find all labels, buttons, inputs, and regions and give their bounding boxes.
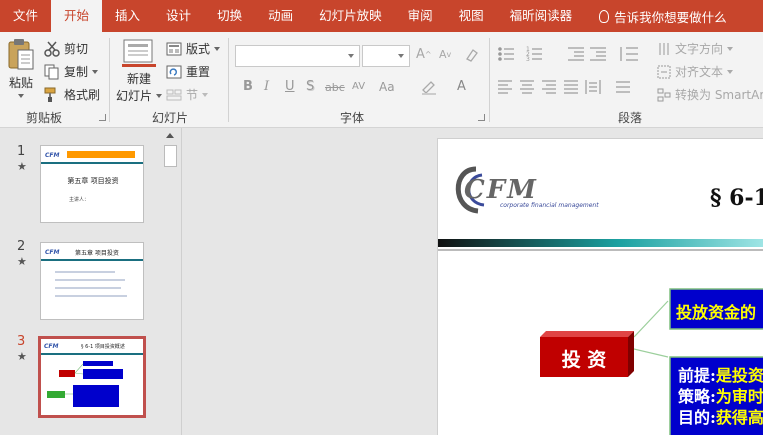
svg-text:CFM: CFM <box>44 343 59 350</box>
svg-text:CFM: CFM <box>45 249 60 256</box>
font-launcher-icon[interactable] <box>478 114 485 121</box>
chevron-down-icon <box>18 94 24 98</box>
top-node-label: 投放资金的 <box>676 303 757 322</box>
section-title: § 6-1 <box>710 185 763 211</box>
slide-thumbnail-1[interactable]: CFM 第五章 项目投资 主讲人： <box>40 145 144 223</box>
bold-button[interactable]: B <box>243 79 253 94</box>
animation-star-icon: ★ <box>17 255 27 268</box>
tab-insert[interactable]: 插入 <box>102 0 153 32</box>
cut-button[interactable]: 剪切 <box>44 40 88 57</box>
slide-thumbnail-2[interactable]: CFM 第五章 项目投资 <box>40 242 144 320</box>
font-group-label: 字体 <box>340 111 365 125</box>
cfm-logo: CFM <box>464 175 538 205</box>
svg-text:3: 3 <box>526 56 530 63</box>
paragraph-group-label: 段落 <box>618 111 643 125</box>
alignment-icons[interactable] <box>496 78 646 96</box>
scrollbar-thumb[interactable] <box>164 145 177 167</box>
align-text-icon <box>657 65 671 78</box>
change-case-button[interactable]: Aa <box>379 80 395 94</box>
shadow-button[interactable]: S <box>306 79 314 94</box>
copy-icon <box>44 64 59 79</box>
tab-foxit[interactable]: 福昕阅读器 <box>497 0 586 32</box>
slide-thumbnail-pane: 1 ★ CFM 第五章 项目投资 主讲人： 2 ★ CFM 第五章 项目投资 3… <box>0 128 182 435</box>
slide-number: 3 <box>17 334 26 349</box>
align-text-button[interactable]: 对齐文本 <box>657 63 734 80</box>
current-slide[interactable]: CFM corporate financial management § 6-1… <box>437 138 763 435</box>
format-painter-button[interactable]: 格式刷 <box>44 86 100 103</box>
char-spacing-button[interactable]: AV <box>352 81 365 92</box>
animation-star-icon: ★ <box>17 350 27 363</box>
group-divider <box>228 38 229 122</box>
ribbon-tab-bar: 文件 开始 插入 设计 切换 动画 幻灯片放映 审阅 视图 福昕阅读器 告诉我你… <box>0 0 763 32</box>
grow-font-button[interactable]: A ^ <box>416 47 432 62</box>
reset-button[interactable]: 重置 <box>166 63 210 80</box>
text-direction-icon <box>659 42 669 55</box>
new-slide-button[interactable]: 新建 幻灯片 <box>116 38 163 104</box>
tab-design[interactable]: 设计 <box>153 0 204 32</box>
group-divider <box>109 38 110 122</box>
tab-home[interactable]: 开始 <box>51 0 103 32</box>
ribbon: 粘贴 剪切 复制 格式刷 剪贴板 新建 幻灯片 版式 重置 节 幻灯片 A ^ … <box>0 32 763 128</box>
invest-node-label: 投 资 <box>561 349 607 371</box>
convert-smartart-button[interactable]: 转换为 SmartArt <box>657 86 763 103</box>
list-indent-icons[interactable]: 1 2 3 <box>496 44 646 64</box>
slide-number: 1 <box>17 144 26 159</box>
chevron-down-icon <box>727 69 734 74</box>
group-divider <box>489 38 490 122</box>
chevron-down-icon <box>202 92 209 97</box>
chevron-down-icon <box>156 93 163 98</box>
strikethrough-button[interactable]: abc <box>325 81 345 94</box>
underline-button[interactable]: U <box>285 79 295 94</box>
slide-thumbnail-3[interactable]: CFM § 6-1 项目投资概述 <box>38 336 146 418</box>
text-direction-button[interactable]: 文字方向 <box>657 40 734 57</box>
copy-button[interactable]: 复制 <box>44 63 99 80</box>
new-slide-icon <box>122 39 156 67</box>
smartart-icon <box>657 88 671 101</box>
section-icon <box>166 89 182 100</box>
cfm-logo-subtitle: corporate financial management <box>500 202 599 209</box>
tab-transitions[interactable]: 切换 <box>204 0 255 32</box>
slide-number: 2 <box>17 239 26 254</box>
paste-button[interactable]: 粘贴 <box>6 38 36 98</box>
tab-file[interactable]: 文件 <box>0 0 51 32</box>
tell-me-box[interactable]: 告诉我你想要做什么 <box>585 7 727 26</box>
font-name-combo[interactable] <box>235 45 360 67</box>
paintbrush-icon <box>44 87 56 102</box>
clear-format-button[interactable] <box>464 47 480 63</box>
lightbulb-icon <box>599 9 610 23</box>
font-size-combo[interactable] <box>362 45 410 67</box>
tell-me-text: 告诉我你想要做什么 <box>614 9 727 25</box>
paste-icon <box>8 39 34 70</box>
thumbnail-graphic: CFM <box>41 343 143 407</box>
clipboard-group-label: 剪贴板 <box>26 111 63 125</box>
italic-button[interactable]: I <box>264 79 269 94</box>
chevron-down-icon <box>92 69 99 74</box>
highlighter-icon <box>422 81 436 95</box>
scroll-up-icon[interactable] <box>166 133 174 138</box>
scissors-icon <box>44 41 60 57</box>
section-button[interactable]: 节 <box>166 86 209 103</box>
animation-star-icon: ★ <box>17 160 27 173</box>
slides-group-label: 幻灯片 <box>152 111 189 125</box>
detail-node-text: 前提:是投资 策略:为审时 目的:获得高 <box>678 366 763 427</box>
shrink-font-button[interactable]: Av <box>439 48 451 61</box>
svg-text:CFM: CFM <box>45 152 60 159</box>
font-color-button[interactable]: A <box>457 79 466 94</box>
tab-slideshow[interactable]: 幻灯片放映 <box>306 0 395 32</box>
tab-animations[interactable]: 动画 <box>255 0 306 32</box>
thumbnail-scrollbar[interactable] <box>163 128 178 435</box>
layout-button[interactable]: 版式 <box>166 40 221 57</box>
highlight-button[interactable] <box>420 79 438 95</box>
reset-icon <box>166 65 182 78</box>
slide-editing-canvas: CFM corporate financial management § 6-1… <box>183 128 763 435</box>
layout-icon <box>166 42 182 55</box>
clipboard-launcher-icon[interactable] <box>99 114 106 121</box>
tab-review[interactable]: 审阅 <box>395 0 446 32</box>
eraser-icon <box>466 49 478 62</box>
chevron-down-icon <box>727 46 734 51</box>
tab-view[interactable]: 视图 <box>446 0 497 32</box>
chevron-down-icon <box>214 46 221 51</box>
